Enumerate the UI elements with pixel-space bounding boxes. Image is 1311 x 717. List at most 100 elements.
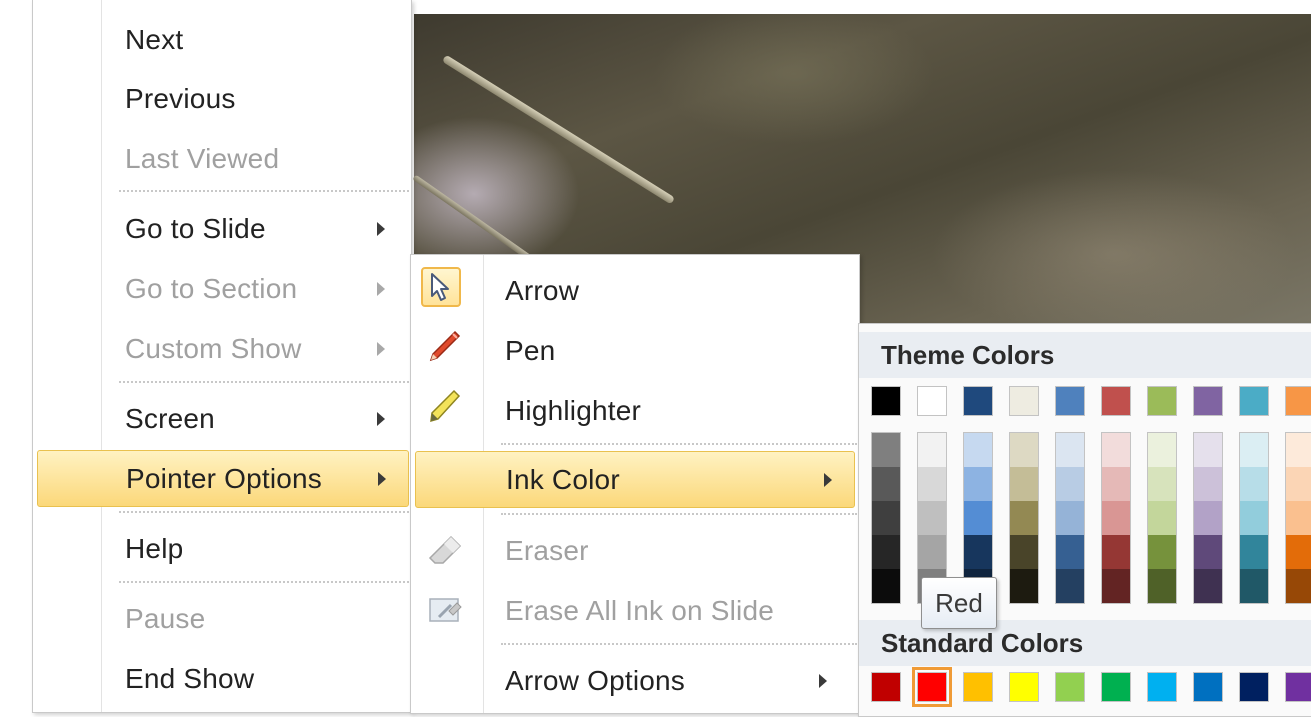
standard-color-swatch[interactable] [1193,672,1223,702]
theme-shade-swatch[interactable] [1240,467,1268,501]
theme-shade-swatch[interactable] [964,433,992,467]
pointer-options-submenu: Arrow Pen Highlighter Ink Color Eraser E… [410,254,860,714]
theme-shade-swatch[interactable] [1240,569,1268,603]
standard-color-swatch[interactable] [912,667,952,707]
menu-item-pen[interactable]: Pen [505,325,555,377]
theme-color-swatch[interactable] [1147,386,1177,416]
menu-item-erase-all-ink[interactable]: Erase All Ink on Slide [505,585,774,637]
standard-color-swatch[interactable] [1009,672,1039,702]
theme-shade-swatch[interactable] [1286,535,1311,569]
theme-shade-swatch[interactable] [1148,501,1176,535]
theme-shade-swatch[interactable] [1148,467,1176,501]
theme-shade-swatch[interactable] [1148,535,1176,569]
theme-shade-column [1239,432,1269,604]
theme-shade-swatch[interactable] [1102,501,1130,535]
theme-shade-swatch[interactable] [964,501,992,535]
theme-shade-swatch[interactable] [1286,569,1311,603]
standard-color-swatch[interactable] [1285,672,1311,702]
pen-icon [423,327,463,367]
theme-color-swatch[interactable] [871,386,901,416]
theme-shade-swatch[interactable] [1194,467,1222,501]
menu-separator [119,381,409,383]
menu-item-custom-show[interactable]: Custom Show [125,323,395,375]
menu-item-arrow[interactable]: Arrow [505,265,579,317]
theme-shade-swatch[interactable] [964,467,992,501]
theme-shade-swatch[interactable] [1194,433,1222,467]
theme-shade-swatch[interactable] [1056,569,1084,603]
standard-color-swatch[interactable] [1239,672,1269,702]
theme-shade-swatch[interactable] [1240,433,1268,467]
theme-shade-swatch[interactable] [1102,433,1130,467]
theme-shade-swatch[interactable] [964,535,992,569]
menu-item-end-show[interactable]: End Show [125,653,254,705]
theme-shade-swatch[interactable] [1286,433,1311,467]
theme-color-swatch[interactable] [1239,386,1269,416]
theme-shade-swatch[interactable] [1286,501,1311,535]
menu-item-last-viewed[interactable]: Last Viewed [125,133,279,185]
ink-color-palette: Theme Colors Standard Colors [858,323,1311,717]
menu-item-highlighter[interactable]: Highlighter [505,385,641,437]
menu-item-ink-color[interactable]: Ink Color [415,451,855,508]
theme-shade-swatch[interactable] [1240,501,1268,535]
menu-item-eraser[interactable]: Eraser [505,525,589,577]
theme-shade-swatch[interactable] [1148,433,1176,467]
theme-shade-swatch[interactable] [1056,433,1084,467]
theme-shade-swatch[interactable] [1010,433,1038,467]
theme-shade-swatch[interactable] [1102,535,1130,569]
theme-shade-swatch[interactable] [1010,467,1038,501]
arrow-cursor-icon[interactable] [421,267,461,307]
theme-shade-swatch[interactable] [1056,501,1084,535]
theme-shade-swatch[interactable] [1194,501,1222,535]
menu-separator [119,581,409,583]
theme-color-swatch[interactable] [1055,386,1085,416]
slideshow-context-menu: Next Previous Last Viewed Go to Slide Go… [32,0,412,713]
theme-shade-swatch[interactable] [1240,535,1268,569]
submenu-arrow-icon [377,222,385,236]
submenu-arrow-icon [378,472,386,486]
theme-shade-swatch[interactable] [918,433,946,467]
theme-shade-swatch[interactable] [1010,501,1038,535]
menu-item-go-to-section[interactable]: Go to Section [125,263,395,315]
menu-item-screen[interactable]: Screen [125,393,395,445]
standard-color-swatch[interactable] [1101,672,1131,702]
menu-item-previous[interactable]: Previous [125,73,236,125]
menu-item-pointer-options[interactable]: Pointer Options [37,450,409,507]
menu-item-arrow-options[interactable]: Arrow Options [505,655,835,707]
theme-color-swatch[interactable] [1193,386,1223,416]
standard-color-swatch[interactable] [963,672,993,702]
theme-shade-swatch[interactable] [1102,467,1130,501]
theme-shade-swatch[interactable] [1286,467,1311,501]
theme-shade-column [1147,432,1177,604]
theme-shade-swatch[interactable] [1056,467,1084,501]
theme-shade-swatch[interactable] [1148,569,1176,603]
theme-color-swatch[interactable] [963,386,993,416]
standard-color-swatch[interactable] [1055,672,1085,702]
menu-item-next[interactable]: Next [125,14,183,66]
theme-color-swatch[interactable] [1101,386,1131,416]
standard-color-swatch[interactable] [1147,672,1177,702]
menu-item-go-to-slide[interactable]: Go to Slide [125,203,395,255]
theme-colors-header: Theme Colors [859,332,1311,378]
theme-shade-swatch[interactable] [918,467,946,501]
theme-shade-swatch[interactable] [1194,535,1222,569]
theme-shade-column [1009,432,1039,604]
theme-color-swatch[interactable] [1009,386,1039,416]
theme-color-swatch[interactable] [1285,386,1311,416]
theme-shade-swatch[interactable] [1056,535,1084,569]
theme-shade-swatch[interactable] [1102,569,1130,603]
theme-color-swatch[interactable] [917,386,947,416]
theme-shade-swatch[interactable] [1194,569,1222,603]
theme-shade-swatch[interactable] [872,535,900,569]
theme-shade-swatch[interactable] [872,433,900,467]
theme-shade-swatch[interactable] [1010,569,1038,603]
menu-separator [119,190,409,192]
theme-shade-swatch[interactable] [872,467,900,501]
standard-color-swatch[interactable] [871,672,901,702]
menu-item-help[interactable]: Help [125,523,183,575]
theme-shade-swatch[interactable] [872,501,900,535]
theme-shade-swatch[interactable] [918,535,946,569]
menu-item-pause[interactable]: Pause [125,593,205,645]
theme-shade-swatch[interactable] [918,501,946,535]
theme-shade-swatch[interactable] [872,569,900,603]
theme-shade-swatch[interactable] [1010,535,1038,569]
